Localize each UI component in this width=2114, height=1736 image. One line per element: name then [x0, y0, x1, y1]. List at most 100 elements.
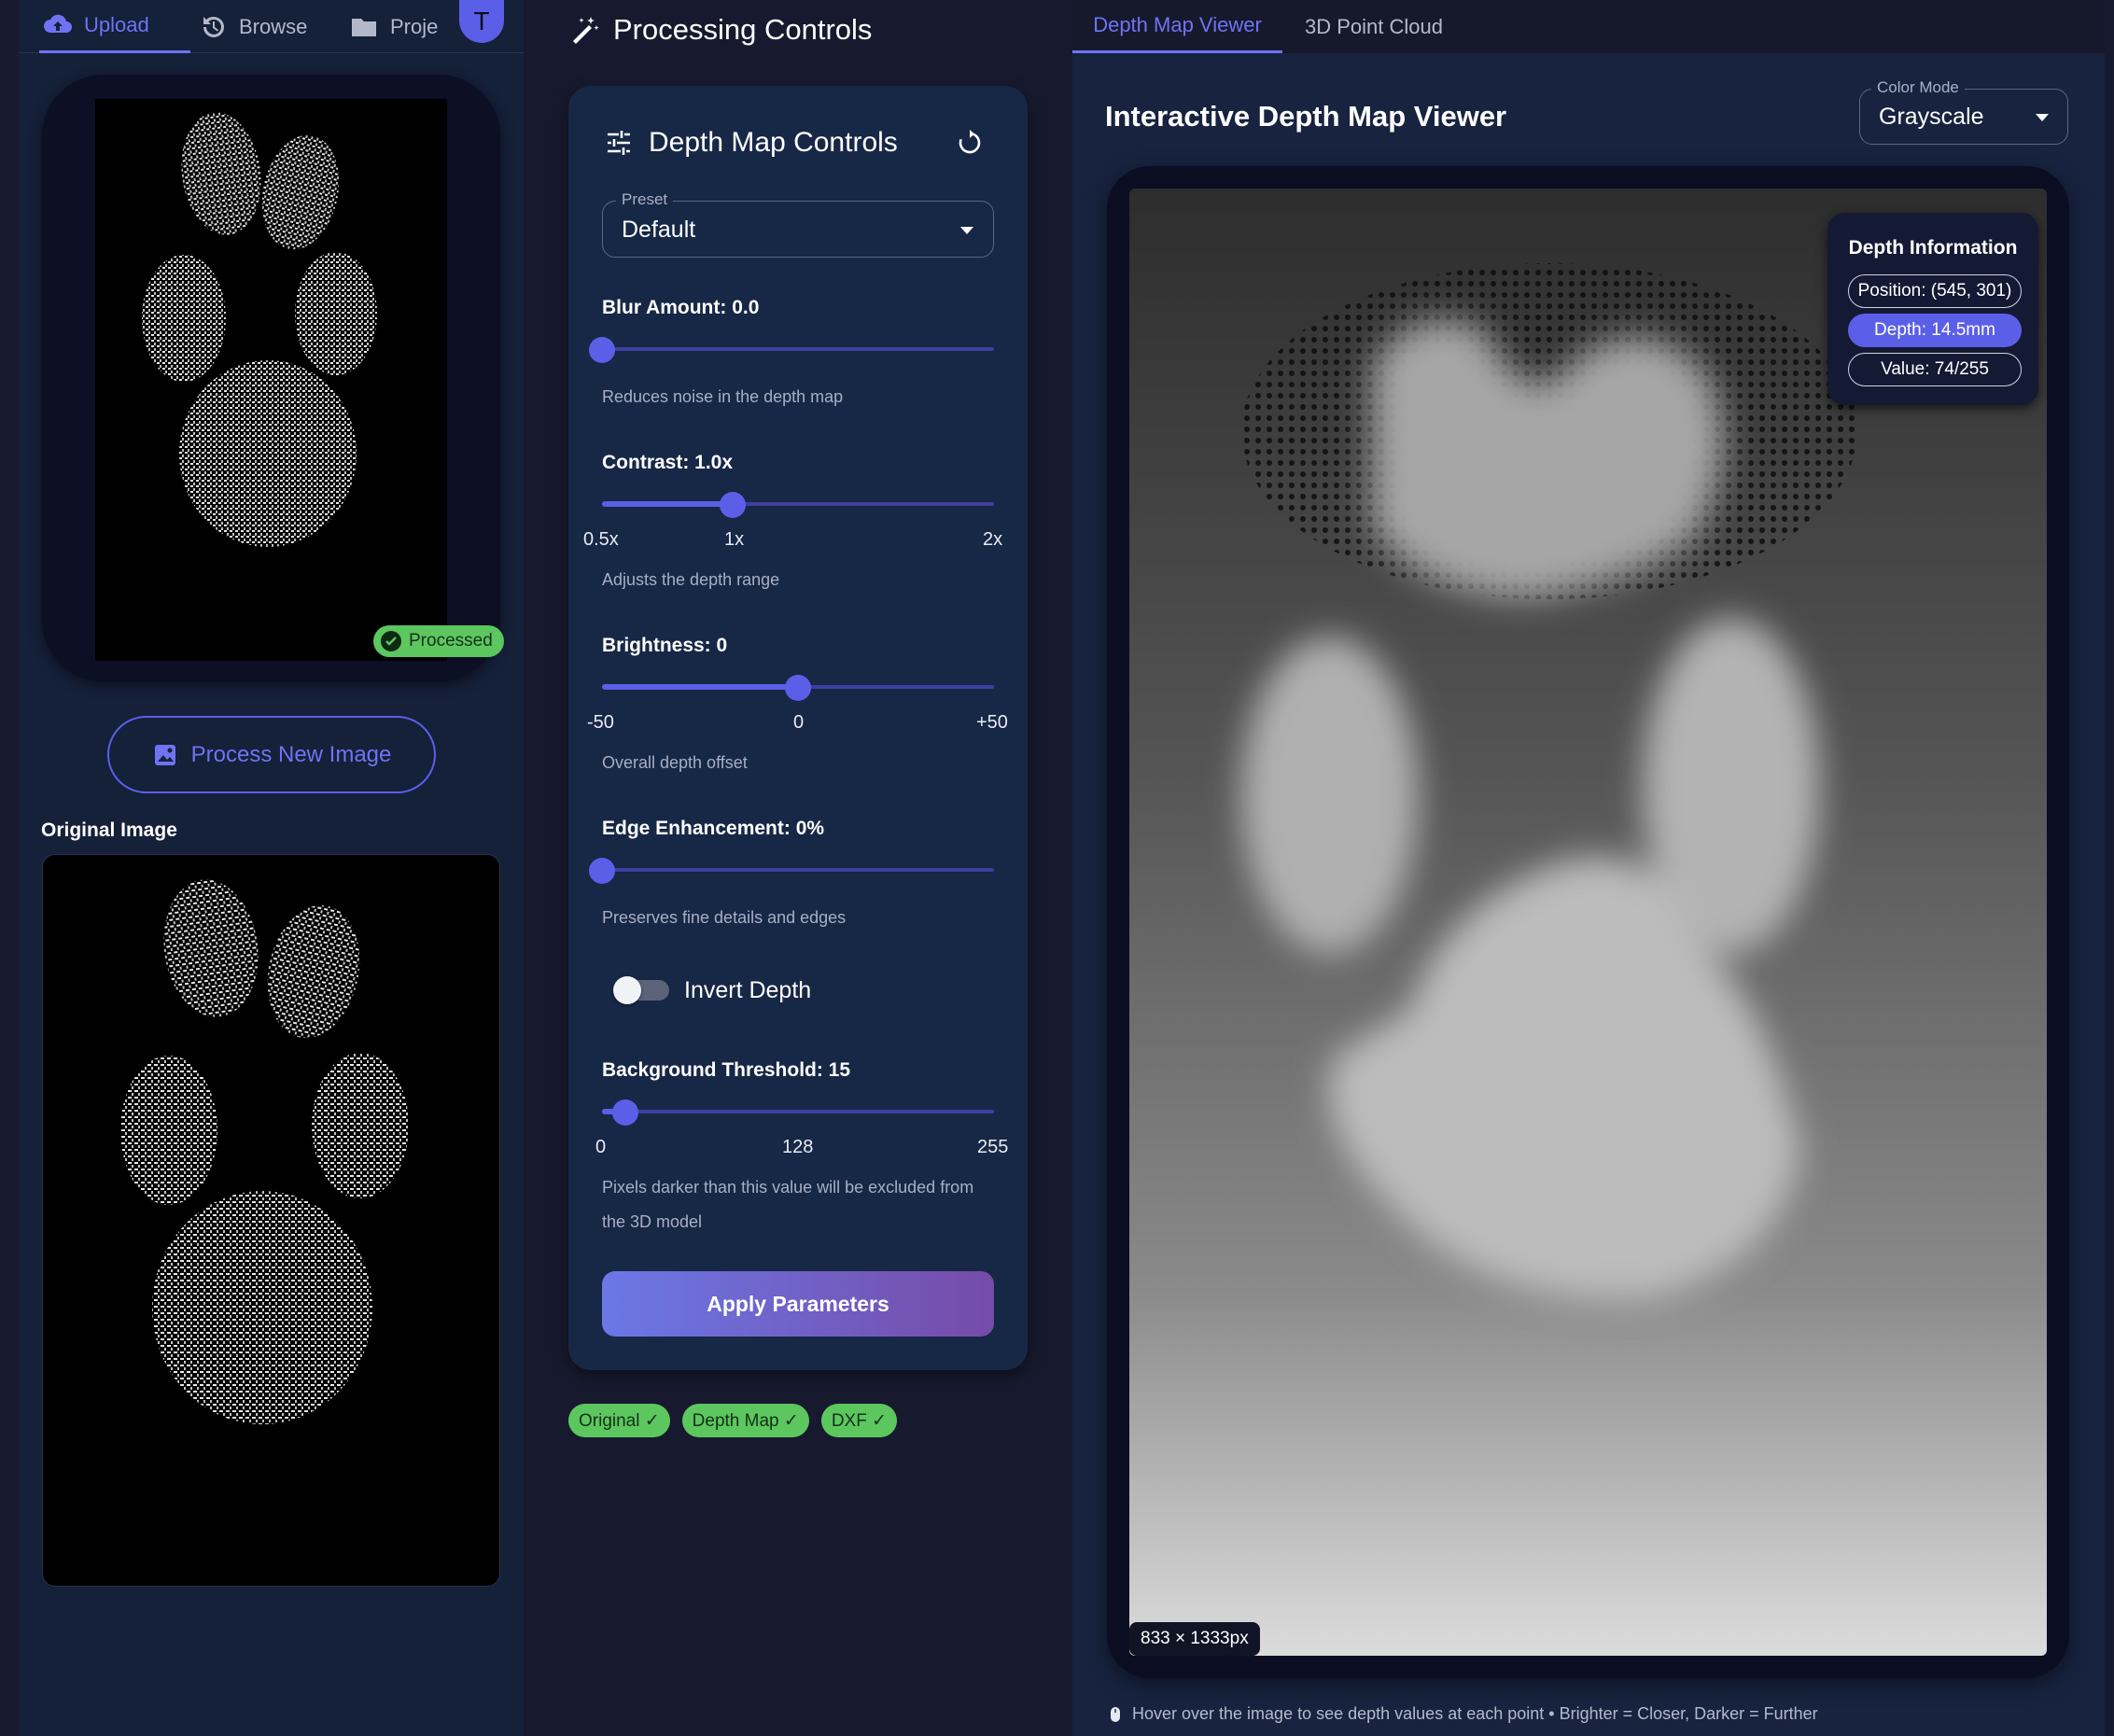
invert-depth-label: Invert Depth: [684, 977, 812, 1003]
viewer-hint-text: Hover over the image to see depth values…: [1132, 1704, 1818, 1723]
color-mode-legend: Color Mode: [1871, 78, 1965, 97]
threshold-tick-min: 0: [595, 1137, 607, 1157]
brightness-label: Brightness: 0: [602, 635, 728, 656]
brightness-tick-max: +50: [976, 712, 1008, 733]
depth-map-controls-title: Depth Map Controls: [604, 127, 898, 159]
slider-rail: [602, 347, 994, 351]
tab-browse-label: Browse: [239, 14, 308, 38]
tab-depth-map-viewer[interactable]: Depth Map Viewer: [1072, 0, 1282, 53]
contrast-tick-mid: 1x: [724, 529, 745, 550]
background-threshold-slider[interactable]: [602, 1099, 994, 1126]
blur-label: Blur Amount: 0.0: [602, 297, 760, 318]
tab-projects-label: Proje: [390, 14, 439, 38]
processing-panel: Processing Controls Depth Map Controls P…: [546, 0, 1050, 1736]
image-icon: [154, 744, 175, 765]
status-chip-dxf: DXF ✓: [820, 1404, 898, 1437]
processing-controls-title: Processing Controls: [613, 13, 873, 46]
brightness-description: Overall depth offset: [602, 753, 748, 772]
processed-thumbnail-frame: Processed: [42, 75, 504, 681]
tab-browse[interactable]: Browse: [198, 0, 307, 53]
process-new-image-button[interactable]: Process New Image: [107, 716, 436, 793]
depth-map-image[interactable]: Depth Information Position: (545, 301) D…: [1129, 189, 2047, 1656]
reset-icon[interactable]: [956, 129, 984, 157]
processed-badge-label: Processed: [409, 631, 493, 651]
slider-rail: [602, 1110, 994, 1113]
toggle-knob: [613, 976, 641, 1004]
background-threshold-label: Background Threshold: 15: [602, 1059, 851, 1081]
process-new-image-label: Process New Image: [190, 741, 392, 767]
original-image[interactable]: [42, 854, 500, 1587]
color-mode-value: Grayscale: [1879, 104, 1984, 130]
viewer-panel: Depth Map Viewer 3D Point Cloud Interact…: [1072, 0, 2105, 1736]
image-dimensions-badge: 833 × 1333px: [1129, 1622, 1260, 1656]
apply-parameters-button[interactable]: Apply Parameters: [602, 1271, 994, 1337]
threshold-tick-mid: 128: [782, 1137, 814, 1157]
slider-thumb[interactable]: [612, 1099, 638, 1126]
tab-upload[interactable]: Upload: [39, 0, 190, 53]
brightness-slider[interactable]: [602, 675, 994, 701]
tab-projects[interactable]: Proje: [349, 0, 461, 53]
original-paw-image: [120, 879, 409, 1424]
blur-slider[interactable]: [589, 337, 994, 363]
cloud-upload-icon: [44, 14, 72, 33]
depth-info-position: Position: (545, 301): [1848, 274, 2022, 308]
depth-map-render: [1241, 263, 1857, 1300]
card-title-label: Depth Map Controls: [649, 127, 898, 158]
depth-map-frame: Depth Information Position: (545, 301) D…: [1107, 166, 2069, 1678]
processed-thumbnail[interactable]: [95, 99, 447, 661]
contrast-description: Adjusts the depth range: [602, 570, 780, 589]
contrast-slider[interactable]: [602, 492, 994, 518]
left-panel: Upload Browse Proje T Processed Process …: [19, 0, 524, 1736]
slider-thumb[interactable]: [589, 337, 615, 363]
chevron-down-icon: [2036, 114, 2049, 121]
depth-info-depth: Depth: 14.5mm: [1848, 314, 2022, 347]
depth-map-controls-card: Depth Map Controls Preset Default Blur A…: [568, 86, 1028, 1370]
viewer-hint: Hover over the image to see depth values…: [1110, 1704, 1818, 1724]
folder-icon: [352, 18, 376, 36]
preset-value: Default: [622, 217, 696, 243]
history-icon: [203, 16, 224, 37]
blur-description: Reduces noise in the depth map: [602, 387, 844, 406]
status-chip-depth-map: Depth Map ✓: [681, 1404, 809, 1437]
tab-3d-point-cloud[interactable]: 3D Point Cloud: [1305, 0, 1443, 53]
viewer-title: Interactive Depth Map Viewer: [1105, 100, 1507, 133]
threshold-tick-max: 255: [977, 1137, 1009, 1157]
invert-depth-toggle[interactable]: [613, 976, 669, 1004]
preset-legend: Preset: [616, 190, 674, 209]
background-threshold-description: Pixels darker than this value will be ex…: [602, 1178, 974, 1231]
slider-fill: [602, 684, 798, 690]
color-mode-select[interactable]: Color Mode Grayscale: [1859, 78, 2068, 145]
slider-thumb[interactable]: [785, 675, 811, 701]
depth-info-value: Value: 74/255: [1848, 353, 2022, 386]
edge-enhancement-description: Preserves fine details and edges: [602, 908, 847, 927]
processed-badge: Processed: [373, 625, 504, 657]
brightness-tick-min: -50: [587, 712, 614, 733]
slider-thumb[interactable]: [720, 492, 746, 518]
contrast-tick-min: 0.5x: [583, 529, 619, 550]
status-chip-original: Original ✓: [568, 1404, 670, 1437]
contrast-label: Contrast: 1.0x: [602, 452, 734, 473]
avatar[interactable]: T: [459, 0, 504, 43]
depth-information-box: Depth Information Position: (545, 301) D…: [1827, 213, 2038, 405]
processing-controls-header: Processing Controls: [568, 13, 872, 47]
viewer-tabs: Depth Map Viewer 3D Point Cloud: [1072, 0, 2105, 53]
edge-enhancement-label: Edge Enhancement: 0%: [602, 818, 825, 839]
slider-thumb[interactable]: [589, 858, 615, 884]
slider-fill: [602, 501, 733, 507]
check-circle-icon: [381, 631, 401, 651]
mouse-icon: [1111, 1706, 1120, 1722]
depth-info-title: Depth Information: [1848, 237, 2018, 259]
sliders-icon: [608, 131, 630, 155]
original-image-label: Original Image: [41, 819, 177, 841]
nav-tabs: Upload Browse Proje T: [19, 0, 524, 53]
brightness-tick-mid: 0: [793, 712, 805, 733]
status-chips: Original ✓ Depth Map ✓ DXF ✓: [568, 1404, 909, 1437]
contrast-tick-max: 2x: [983, 529, 1003, 550]
magic-wand-icon: [573, 17, 599, 44]
edge-enhancement-slider[interactable]: [589, 858, 994, 884]
slider-rail: [602, 868, 994, 872]
chevron-down-icon: [960, 227, 973, 234]
tab-upload-label: Upload: [84, 13, 149, 36]
paw-print-image: [142, 112, 377, 547]
preset-select[interactable]: Preset Default: [602, 190, 994, 258]
